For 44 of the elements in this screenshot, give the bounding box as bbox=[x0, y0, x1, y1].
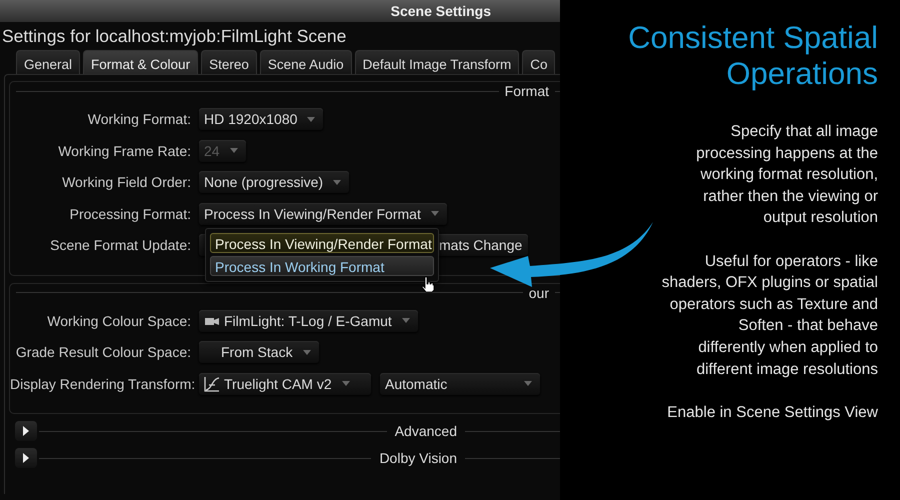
dropdown[interactable]: HD 1920x1080 bbox=[199, 108, 324, 130]
field-label: Grade Result Colour Space: bbox=[14, 344, 192, 360]
caret-icon bbox=[524, 381, 532, 386]
dropdown[interactable]: Process In Viewing/Render Format bbox=[199, 202, 447, 224]
caret-icon bbox=[302, 350, 311, 354]
caret-icon bbox=[342, 381, 350, 386]
field-label: Working Field Order: bbox=[61, 174, 192, 190]
menu-item[interactable]: Process In Viewing/Render Format bbox=[210, 233, 434, 253]
tab[interactable]: Co bbox=[522, 50, 556, 74]
caret-icon bbox=[307, 116, 316, 122]
callout-title: Consistent Spatial Operations bbox=[628, 20, 878, 92]
tab[interactable]: Format & Colour bbox=[83, 50, 198, 74]
field-label: Working Format: bbox=[86, 111, 192, 127]
settings-heading: Settings for localhost:myjob:FilmLight Scene bbox=[1, 25, 348, 48]
field-label: Working Colour Space: bbox=[46, 312, 192, 328]
dropdown[interactable]: Automatic bbox=[380, 372, 540, 394]
field-label: Display Rendering Transform: bbox=[10, 376, 196, 392]
menu-item[interactable]: Process In Working Format bbox=[210, 256, 434, 276]
group-title: Dolby Vision bbox=[379, 450, 457, 466]
tab[interactable]: Scene Audio bbox=[260, 50, 352, 74]
group-title: Format bbox=[504, 83, 549, 99]
window-title: Scene Settings bbox=[390, 3, 491, 19]
callout-paragraph: Useful for operators - like shaders, OFX plugins or spatial operators such as Texture and Soften - that behave differently when applied to different image resolutions bbox=[662, 252, 878, 380]
dropdown[interactable]: From Stack bbox=[199, 341, 319, 363]
group-title: Advanced bbox=[394, 423, 457, 439]
caret-icon bbox=[230, 148, 238, 153]
caret-icon bbox=[402, 318, 410, 323]
dropdown[interactable]: Truelight CAM v2 bbox=[199, 372, 371, 394]
expand-button[interactable] bbox=[15, 448, 37, 468]
dropdown[interactable]: FilmLight: T-Log / E-Gamut bbox=[199, 310, 418, 332]
curve-icon bbox=[204, 376, 220, 392]
expand-button[interactable] bbox=[15, 421, 37, 441]
group-title: our bbox=[528, 284, 549, 300]
field-label: Processing Format: bbox=[68, 206, 192, 222]
field-label: Working Frame Rate: bbox=[57, 142, 192, 158]
callout-paragraph: Enable in Scene Settings View bbox=[667, 402, 878, 423]
callout-paragraph: Specify that all image processing happens at the working format resolution, rather then the viewing or output resolution bbox=[696, 122, 878, 228]
caret-icon bbox=[430, 211, 439, 216]
field-label: Scene Format Update: bbox=[49, 237, 192, 253]
tab[interactable]: Stereo bbox=[201, 50, 257, 74]
tab[interactable]: General bbox=[16, 50, 80, 74]
dropdown[interactable]: None (progressive) bbox=[199, 171, 350, 193]
caret-icon bbox=[333, 180, 342, 184]
tab[interactable]: Default Image Transform bbox=[354, 50, 520, 74]
